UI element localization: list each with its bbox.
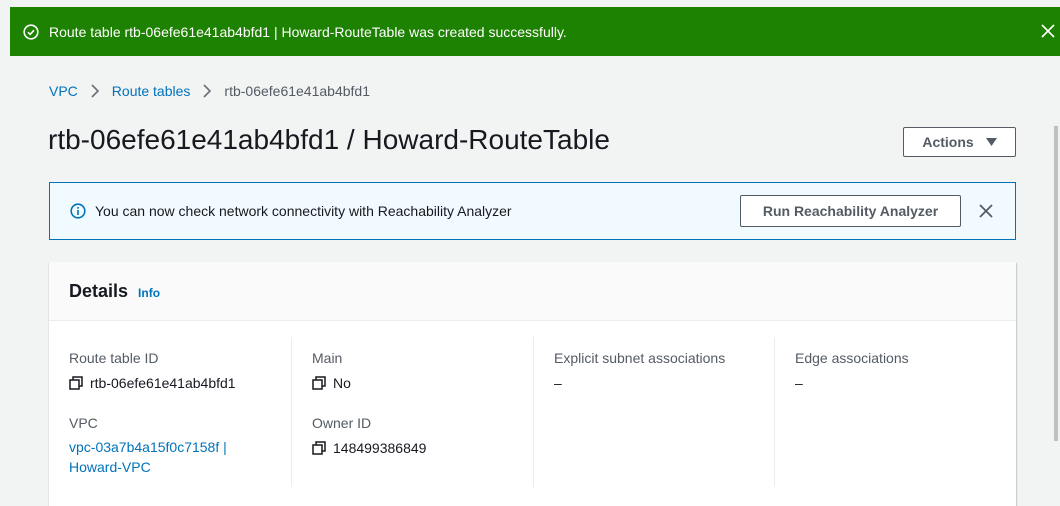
details-column-3: Explicit subnet associations –: [533, 337, 774, 487]
edge-associations-label: Edge associations: [795, 350, 909, 366]
explicit-subnet-label: Explicit subnet associations: [554, 350, 726, 366]
actions-button[interactable]: Actions: [903, 127, 1016, 157]
details-column-4: Edge associations –: [774, 337, 1015, 487]
vpc-link[interactable]: vpc-03a7b4a15f0c7158f | Howard-VPC: [69, 437, 290, 477]
vpc-link-id: vpc-03a7b4a15f0c7158f |: [69, 439, 227, 455]
details-column-2: Main No Owner ID 148499386849: [291, 337, 532, 487]
edge-associations-field: Edge associations –: [795, 349, 1015, 392]
scrollbar[interactable]: [1054, 126, 1058, 441]
info-icon: [70, 203, 86, 219]
owner-id-value: 148499386849: [312, 439, 532, 457]
breadcrumb: VPC Route tables rtb-06efe61e41ab4bfd1: [49, 83, 370, 99]
chevron-right-icon: [202, 84, 212, 98]
actions-label: Actions: [922, 134, 974, 150]
breadcrumb-vpc-link[interactable]: VPC: [49, 83, 78, 99]
vpc-label: VPC: [69, 415, 98, 431]
main-value: No: [312, 374, 532, 392]
details-columns: Route table ID rtb-06efe61e41ab4bfd1 VPC…: [49, 337, 1016, 487]
flash-message: Route table rtb-06efe61e41ab4bfd1 | Howa…: [49, 23, 567, 40]
info-link[interactable]: Info: [138, 286, 160, 300]
owner-id-text: 148499386849: [333, 440, 427, 456]
vpc-link-name: Howard-VPC: [69, 459, 151, 475]
page-title: rtb-06efe61e41ab4bfd1 / Howard-RouteTabl…: [48, 124, 610, 155]
details-header: Details Info: [49, 262, 1016, 321]
success-check-icon: [23, 23, 39, 40]
chevron-right-icon: [90, 84, 100, 98]
edge-associations-value: –: [795, 375, 803, 391]
main-label: Main: [312, 350, 343, 366]
main-value-text: No: [333, 375, 351, 391]
close-icon[interactable]: [978, 203, 994, 219]
explicit-subnet-value: –: [554, 375, 562, 391]
reachability-info-alert: You can now check network connectivity w…: [49, 182, 1016, 240]
alert-text: You can now check network connectivity w…: [95, 203, 512, 219]
details-title: Details: [69, 280, 129, 301]
vpc-field: VPC vpc-03a7b4a15f0c7158f | Howard-VPC: [69, 414, 290, 477]
main-content: VPC Route tables rtb-06efe61e41ab4bfd1 r…: [10, 56, 1058, 506]
details-column-1: Route table ID rtb-06efe61e41ab4bfd1 VPC…: [49, 337, 290, 487]
close-icon[interactable]: [1040, 23, 1056, 39]
route-table-id-label: Route table ID: [69, 350, 159, 366]
copy-icon[interactable]: [69, 376, 83, 390]
route-table-id-field: Route table ID rtb-06efe61e41ab4bfd1: [69, 349, 290, 392]
caret-down-icon: [985, 138, 997, 146]
owner-id-field: Owner ID 148499386849: [312, 414, 532, 457]
breadcrumb-current: rtb-06efe61e41ab4bfd1: [224, 83, 370, 99]
run-reachability-analyzer-button[interactable]: Run Reachability Analyzer: [740, 195, 961, 227]
route-table-id-value: rtb-06efe61e41ab4bfd1: [69, 374, 290, 392]
copy-icon[interactable]: [312, 441, 326, 455]
main-field: Main No: [312, 349, 532, 392]
success-flash-bar: Route table rtb-06efe61e41ab4bfd1 | Howa…: [10, 7, 1060, 56]
owner-id-label: Owner ID: [312, 415, 372, 431]
breadcrumb-route-tables-link[interactable]: Route tables: [112, 83, 191, 99]
details-panel: Details Info Route table ID rtb-06efe61e…: [49, 262, 1016, 506]
route-table-id-text: rtb-06efe61e41ab4bfd1: [90, 375, 236, 391]
copy-icon[interactable]: [312, 376, 326, 390]
explicit-subnet-field: Explicit subnet associations –: [554, 349, 774, 392]
